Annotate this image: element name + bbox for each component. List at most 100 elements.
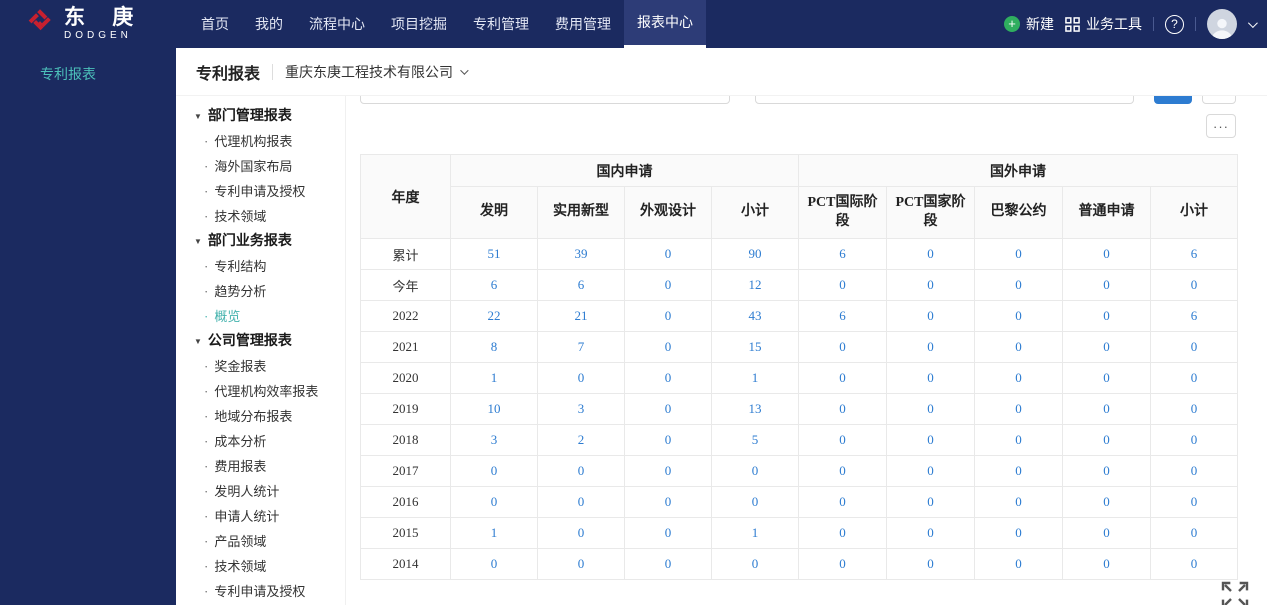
count-link[interactable]: 0 bbox=[974, 269, 1063, 301]
tree-item[interactable]: · 技术领域 bbox=[176, 554, 345, 579]
count-link[interactable]: 0 bbox=[1062, 455, 1151, 487]
count-link[interactable]: 0 bbox=[624, 517, 712, 549]
count-link[interactable]: 0 bbox=[1062, 269, 1151, 301]
tree-item[interactable]: · 发明人统计 bbox=[176, 479, 345, 504]
count-link[interactable]: 0 bbox=[798, 486, 887, 518]
count-link[interactable]: 0 bbox=[798, 362, 887, 394]
count-link[interactable]: 7 bbox=[537, 331, 625, 363]
count-link[interactable]: 12 bbox=[711, 269, 799, 301]
count-link[interactable]: 1 bbox=[450, 362, 538, 394]
filter-button-primary[interactable] bbox=[1154, 96, 1193, 104]
count-link[interactable]: 0 bbox=[711, 486, 799, 518]
count-link[interactable]: 0 bbox=[624, 455, 712, 487]
count-link[interactable]: 0 bbox=[1149, 393, 1239, 425]
count-link[interactable]: 0 bbox=[1149, 486, 1239, 518]
count-link[interactable]: 0 bbox=[537, 455, 625, 487]
tree-item[interactable]: · 专利结构 bbox=[176, 254, 345, 279]
count-link[interactable]: 0 bbox=[1149, 548, 1239, 580]
count-link[interactable]: 39 bbox=[537, 238, 625, 270]
count-link[interactable]: 0 bbox=[886, 238, 975, 270]
count-link[interactable]: 0 bbox=[711, 455, 799, 487]
count-link[interactable]: 0 bbox=[886, 455, 975, 487]
count-link[interactable]: 0 bbox=[798, 331, 887, 363]
count-link[interactable]: 0 bbox=[711, 548, 799, 580]
filter-input-1[interactable] bbox=[360, 96, 730, 104]
new-button[interactable]: + 新建 bbox=[1004, 14, 1054, 34]
count-link[interactable]: 0 bbox=[798, 455, 887, 487]
count-link[interactable]: 43 bbox=[711, 300, 799, 332]
count-link[interactable]: 0 bbox=[624, 300, 712, 332]
count-link[interactable]: 0 bbox=[798, 393, 887, 425]
count-link[interactable]: 0 bbox=[624, 362, 712, 394]
count-link[interactable]: 0 bbox=[624, 269, 712, 301]
nav-item[interactable]: 项目挖掘 bbox=[378, 0, 460, 48]
count-link[interactable]: 1 bbox=[711, 362, 799, 394]
logo[interactable]: 东 庚 DODGEN bbox=[0, 0, 176, 48]
count-link[interactable]: 0 bbox=[1062, 300, 1151, 332]
count-link[interactable]: 0 bbox=[886, 362, 975, 394]
more-button[interactable]: ··· bbox=[1206, 114, 1236, 138]
tree-item[interactable]: · 技术领域 bbox=[176, 204, 345, 229]
count-link[interactable]: 51 bbox=[450, 238, 538, 270]
count-link[interactable]: 0 bbox=[886, 331, 975, 363]
count-link[interactable]: 22 bbox=[450, 300, 538, 332]
tree-item[interactable]: · 代理机构效率报表 bbox=[176, 379, 345, 404]
count-link[interactable]: 2 bbox=[537, 424, 625, 456]
chevron-down-icon[interactable] bbox=[1247, 17, 1258, 28]
count-link[interactable]: 0 bbox=[1062, 517, 1151, 549]
sidebar-item-patent-reports[interactable]: 专利报表 bbox=[0, 48, 176, 84]
count-link[interactable]: 0 bbox=[1062, 486, 1151, 518]
count-link[interactable]: 0 bbox=[537, 517, 625, 549]
user-avatar[interactable] bbox=[1207, 9, 1237, 39]
filter-button-secondary[interactable] bbox=[1202, 96, 1236, 104]
count-link[interactable]: 0 bbox=[798, 424, 887, 456]
count-link[interactable]: 0 bbox=[974, 300, 1063, 332]
count-link[interactable]: 0 bbox=[1062, 424, 1151, 456]
tree-item[interactable]: · 海外国家布局 bbox=[176, 154, 345, 179]
tree-item[interactable]: · 成本分析 bbox=[176, 429, 345, 454]
count-link[interactable]: 0 bbox=[798, 548, 887, 580]
count-link[interactable]: 0 bbox=[624, 548, 712, 580]
count-link[interactable]: 15 bbox=[711, 331, 799, 363]
tree-item[interactable]: · 奖金报表 bbox=[176, 354, 345, 379]
count-link[interactable]: 0 bbox=[537, 486, 625, 518]
count-link[interactable]: 0 bbox=[974, 362, 1063, 394]
count-link[interactable]: 0 bbox=[974, 424, 1063, 456]
count-link[interactable]: 6 bbox=[798, 300, 887, 332]
count-link[interactable]: 6 bbox=[798, 238, 887, 270]
count-link[interactable]: 0 bbox=[1149, 362, 1239, 394]
count-link[interactable]: 0 bbox=[450, 455, 538, 487]
tree-item[interactable]: · 地域分布报表 bbox=[176, 404, 345, 429]
count-link[interactable]: 1 bbox=[450, 517, 538, 549]
count-link[interactable]: 0 bbox=[624, 238, 712, 270]
count-link[interactable]: 0 bbox=[886, 486, 975, 518]
count-link[interactable]: 0 bbox=[624, 486, 712, 518]
count-link[interactable]: 0 bbox=[1149, 269, 1239, 301]
tree-group[interactable]: ▼ 公司管理报表 bbox=[176, 329, 345, 354]
tree-item[interactable]: · 趋势分析 bbox=[176, 279, 345, 304]
count-link[interactable]: 10 bbox=[450, 393, 538, 425]
nav-item[interactable]: 专利管理 bbox=[460, 0, 542, 48]
tree-item[interactable]: · 专利申请及授权 bbox=[176, 179, 345, 204]
count-link[interactable]: 0 bbox=[624, 331, 712, 363]
count-link[interactable]: 0 bbox=[798, 269, 887, 301]
tree-item[interactable]: · 申请人统计 bbox=[176, 504, 345, 529]
count-link[interactable]: 0 bbox=[886, 424, 975, 456]
nav-item[interactable]: 首页 bbox=[188, 0, 242, 48]
count-link[interactable]: 0 bbox=[974, 455, 1063, 487]
count-link[interactable]: 0 bbox=[1062, 362, 1151, 394]
count-link[interactable]: 0 bbox=[886, 393, 975, 425]
count-link[interactable]: 0 bbox=[886, 269, 975, 301]
count-link[interactable]: 0 bbox=[450, 548, 538, 580]
company-selector[interactable]: 重庆东庚工程技术有限公司 bbox=[285, 62, 469, 82]
count-link[interactable]: 0 bbox=[1062, 393, 1151, 425]
count-link[interactable]: 1 bbox=[711, 517, 799, 549]
count-link[interactable]: 6 bbox=[450, 269, 538, 301]
count-link[interactable]: 0 bbox=[974, 393, 1063, 425]
count-link[interactable]: 6 bbox=[1149, 238, 1239, 270]
count-link[interactable]: 0 bbox=[1149, 517, 1239, 549]
count-link[interactable]: 0 bbox=[450, 486, 538, 518]
count-link[interactable]: 6 bbox=[537, 269, 625, 301]
count-link[interactable]: 0 bbox=[1062, 331, 1151, 363]
fullscreen-icon[interactable] bbox=[1219, 579, 1251, 605]
